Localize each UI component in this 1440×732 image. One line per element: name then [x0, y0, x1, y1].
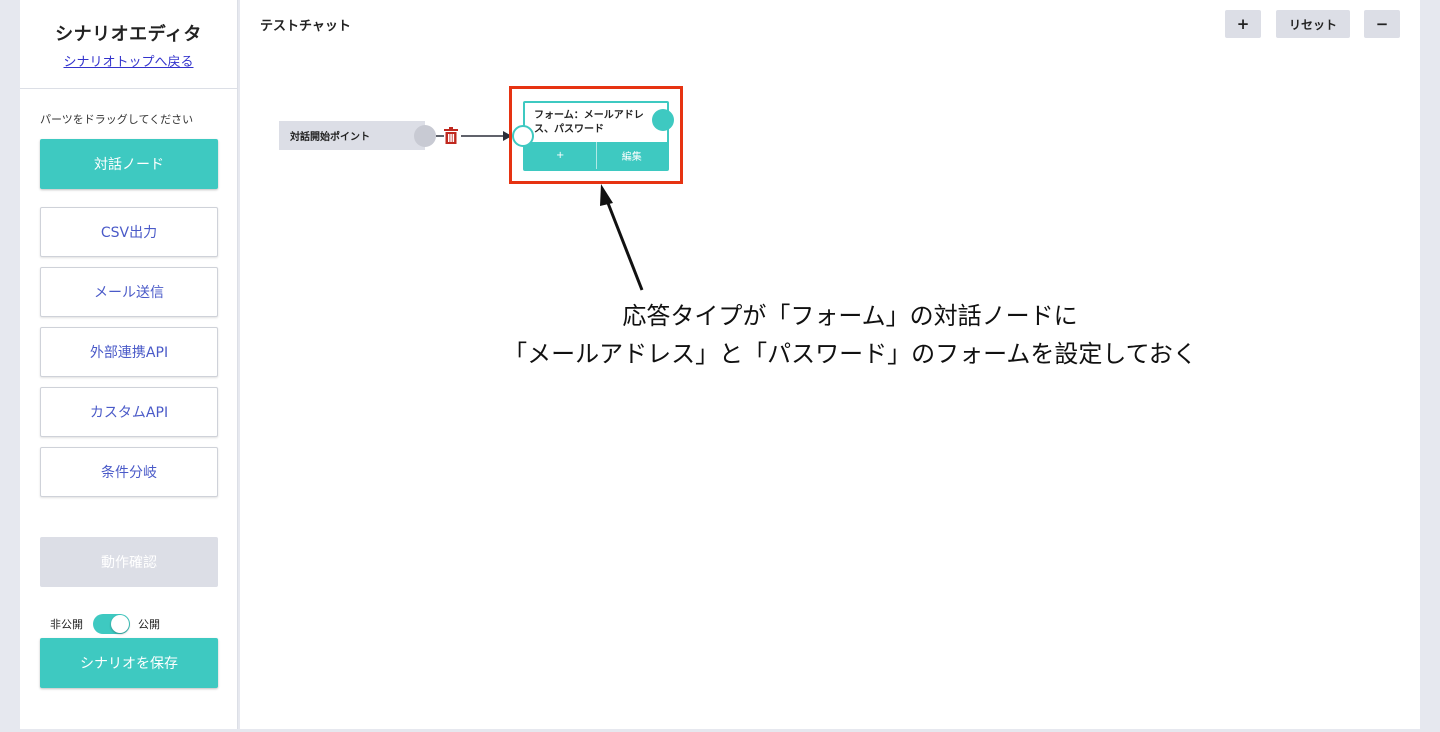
part-custom-api[interactable]: カスタムAPI [40, 387, 218, 437]
scenario-canvas[interactable]: テストチャット + リセット − 対話開始ポイント フォーム：メールアドレス、パ… [240, 0, 1420, 729]
part-csv-output[interactable]: CSV出力 [40, 207, 218, 257]
part-mail-send[interactable]: メール送信 [40, 267, 218, 317]
save-scenario-button[interactable]: シナリオを保存 [40, 638, 218, 688]
trash-icon[interactable] [444, 127, 458, 148]
dialog-node[interactable]: フォーム：メールアドレス、パスワード + 編集 [523, 101, 669, 171]
sidebar-header: シナリオエディタ シナリオトップへ戻る [20, 0, 237, 89]
sidebar: シナリオエディタ シナリオトップへ戻る パーツをドラッグしてください 対話ノード… [20, 0, 238, 729]
drag-hint: パーツをドラッグしてください [40, 113, 194, 126]
annotation-line-2: 「メールアドレス」と「パスワード」のフォームを設定しておく [503, 340, 1197, 368]
part-condition-branch[interactable]: 条件分岐 [40, 447, 218, 497]
back-to-top-link[interactable]: シナリオトップへ戻る [63, 51, 193, 70]
dialog-node-output-port[interactable] [652, 109, 674, 131]
arrow-icon [600, 184, 644, 291]
start-node-port[interactable] [414, 125, 436, 147]
annotation-text: 応答タイプが「フォーム」の対話ノードに 「メールアドレス」と「パスワード」のフォ… [480, 297, 1220, 373]
dialog-node-input-port[interactable] [512, 125, 534, 147]
toggle-knob [111, 615, 129, 633]
start-node[interactable]: 対話開始ポイント [279, 121, 425, 150]
public-label: 公開 [138, 618, 160, 631]
add-button[interactable]: + [525, 142, 596, 169]
part-dialog-node[interactable]: 対話ノード [40, 139, 218, 189]
dialog-node-text: フォーム：メールアドレス、パスワード [534, 110, 644, 135]
part-external-api[interactable]: 外部連携API [40, 327, 218, 377]
private-label: 非公開 [50, 618, 83, 631]
publish-toggle[interactable] [93, 614, 130, 634]
annotation-line-1: 応答タイプが「フォーム」の対話ノードに [622, 302, 1078, 330]
test-run-button[interactable]: 動作確認 [40, 537, 218, 587]
dialog-node-actions: + 編集 [525, 142, 667, 169]
publish-toggle-row: 非公開 公開 [50, 614, 160, 634]
editor-title: シナリオエディタ [55, 24, 202, 45]
edit-button[interactable]: 編集 [595, 142, 668, 169]
